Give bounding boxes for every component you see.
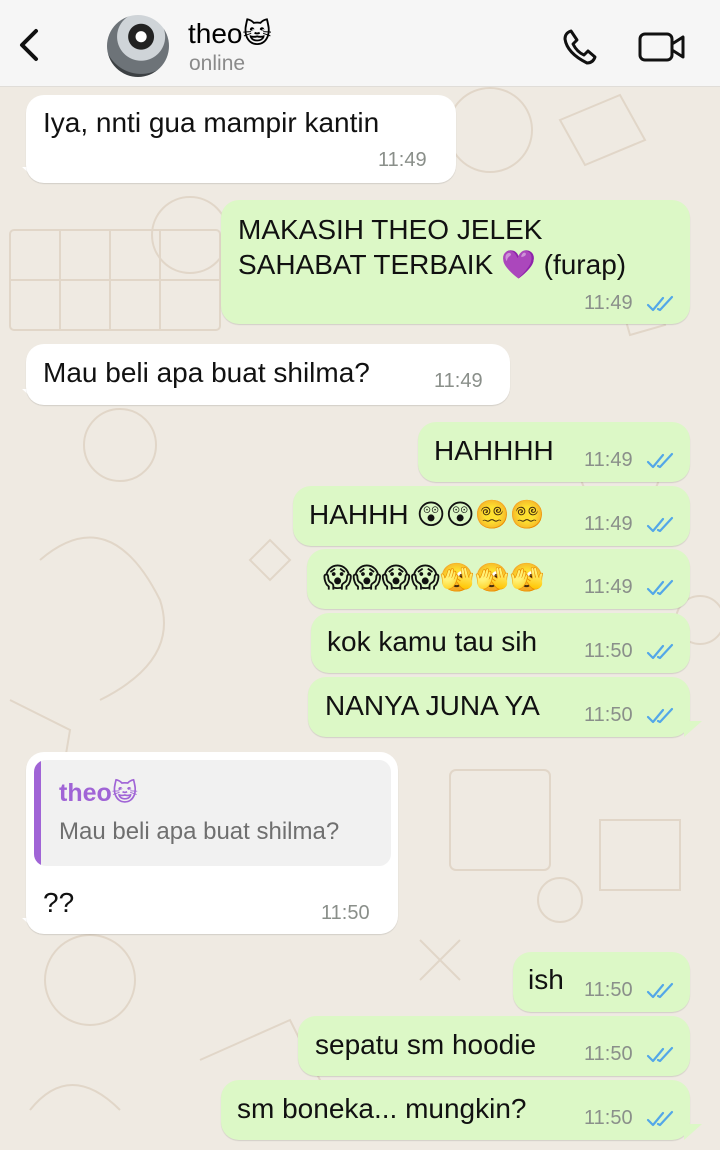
message-bubble-outgoing[interactable]: HAHHHH 11:49 — [418, 422, 690, 482]
message-time: 11:50 — [584, 1107, 633, 1129]
chat-header: theo😺 online — [0, 0, 720, 87]
message-time: 11:50 — [584, 1043, 633, 1065]
chevron-left-icon[interactable] — [14, 27, 44, 63]
message-time: 11:49 — [584, 449, 633, 471]
message-text: HAHHH 😲😲😵‍💫😵‍💫 — [309, 499, 545, 530]
message-bubble-incoming[interactable]: Iya, nnti gua mampir kantin 11:49 — [26, 95, 456, 183]
message-time: 11:50 — [584, 704, 633, 726]
message-bubble-outgoing[interactable]: ish 11:50 — [513, 952, 690, 1012]
quoted-sender-name: theo😺 — [59, 779, 138, 807]
read-receipt-icon — [646, 643, 674, 660]
message-bubble-outgoing[interactable]: HAHHH 😲😲😵‍💫😵‍💫 11:49 — [293, 486, 690, 546]
contact-status: online — [189, 52, 246, 75]
message-time: 11:50 — [321, 902, 370, 924]
quote-accent-bar — [34, 760, 41, 866]
read-receipt-icon — [646, 707, 674, 724]
message-bubble-outgoing[interactable]: kok kamu tau sih 11:50 — [311, 613, 690, 673]
read-receipt-icon — [646, 1110, 674, 1127]
read-receipt-icon — [646, 982, 674, 999]
message-time: 11:49 — [378, 149, 427, 171]
read-receipt-icon — [646, 516, 674, 533]
message-text: ish — [528, 964, 564, 995]
message-time: 11:49 — [584, 576, 633, 598]
message-time: 11:50 — [584, 640, 633, 662]
message-bubble-outgoing[interactable]: 😱😱😱😱🫣🫣🫣 11:49 — [307, 549, 690, 609]
message-bubble-outgoing[interactable]: NANYA JUNA YA 11:50 — [308, 677, 702, 737]
message-text-line-1: MAKASIH THEO JELEK — [238, 214, 543, 245]
message-bubble-outgoing[interactable]: sepatu sm hoodie 11:50 — [298, 1016, 690, 1076]
message-time: 11:49 — [584, 292, 633, 314]
bubble-tail — [684, 721, 702, 737]
quoted-message[interactable]: theo😺 Mau beli apa buat shilma? — [34, 760, 391, 866]
read-receipt-icon — [646, 295, 674, 312]
read-receipt-icon — [646, 452, 674, 469]
quoted-text: Mau beli apa buat shilma? — [59, 818, 340, 845]
read-receipt-icon — [646, 579, 674, 596]
message-text: sm boneka... mungkin? — [237, 1093, 527, 1124]
contact-avatar[interactable] — [107, 15, 169, 77]
message-time: 11:49 — [434, 370, 483, 392]
video-camera-icon[interactable] — [637, 30, 687, 64]
message-text: NANYA JUNA YA — [325, 690, 540, 721]
message-text: sepatu sm hoodie — [315, 1029, 537, 1060]
bubble-tail — [684, 1124, 702, 1140]
message-bubble-outgoing[interactable]: sm boneka... mungkin? 11:50 — [221, 1080, 702, 1140]
message-text: ?? — [43, 887, 75, 918]
message-text-line-2: SAHABAT TERBAIK 💜 (furap) — [238, 249, 627, 280]
message-text: HAHHHH — [434, 435, 554, 466]
read-receipt-icon — [646, 1046, 674, 1063]
message-time: 11:50 — [584, 979, 633, 1001]
message-text: Mau beli apa buat shilma? — [43, 357, 370, 388]
message-text: kok kamu tau sih — [327, 626, 538, 657]
phone-icon[interactable] — [561, 27, 601, 67]
message-time: 11:49 — [584, 513, 633, 535]
message-bubble-outgoing[interactable]: MAKASIH THEO JELEK SAHABAT TERBAIK 💜 (fu… — [221, 200, 690, 324]
message-bubble-incoming[interactable]: Mau beli apa buat shilma? 11:49 — [26, 344, 510, 405]
message-text: Iya, nnti gua mampir kantin — [43, 107, 380, 138]
message-text: 😱😱😱😱🫣🫣🫣 — [323, 562, 545, 593]
contact-name[interactable]: theo😺 — [188, 17, 272, 50]
